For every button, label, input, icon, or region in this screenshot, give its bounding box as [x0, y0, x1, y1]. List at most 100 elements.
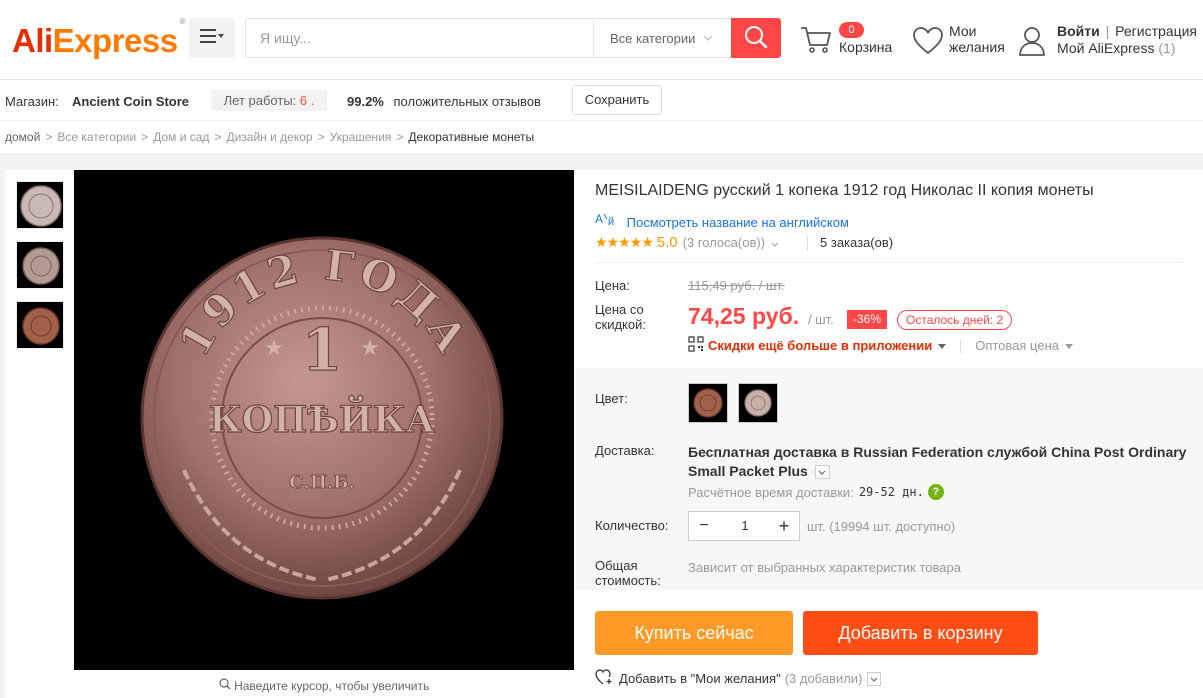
cart-label: Корзина — [839, 39, 893, 55]
coin-image: 1912 ГОДА 1 ★ ★ КОПѢЙКА С.П.Б. — [140, 236, 504, 600]
stock-info: шт. (19994 шт. доступно) — [807, 519, 955, 534]
search-button[interactable] — [731, 18, 781, 58]
zoom-hint-text: Наведите курсор, чтобы увеличить — [234, 679, 430, 693]
cart-link[interactable]: 0 Корзина — [800, 22, 900, 62]
gallery-thumbnail[interactable] — [16, 181, 64, 229]
quantity-increase-button[interactable]: + — [769, 512, 799, 540]
breadcrumb-separator: > — [141, 130, 149, 144]
heart-plus-icon — [595, 669, 613, 688]
logo-registered-mark: ® — [179, 17, 186, 26]
chevron-down-icon — [938, 341, 947, 351]
svg-text:A: A — [595, 212, 603, 226]
rating-row: ★★★★★ 5.0 (3 голоса(ов)) 5 заказа(ов) — [595, 234, 893, 251]
rating-votes[interactable]: (3 голоса(ов)) — [683, 235, 779, 250]
gallery-thumbnail[interactable] — [16, 241, 64, 289]
search-input[interactable] — [246, 19, 592, 57]
rating-stars: ★★★★★ — [595, 234, 654, 250]
store-feedback: 99.2% положительных отзывов — [347, 94, 541, 109]
price-unit: / шт. — [808, 312, 834, 327]
breadcrumb-current: Декоративные монеты — [408, 130, 535, 144]
breadcrumb-item[interactable]: Дом и сад — [153, 130, 209, 144]
magnifier-icon — [219, 678, 234, 693]
product-title: MEISILAIDENG русский 1 копека 1912 год Н… — [595, 182, 1094, 199]
total-label: Общая стоимость: — [595, 558, 661, 588]
logo-text-accent: Express — [52, 22, 178, 59]
translate-link-label: Посмотреть название на английском — [626, 215, 849, 230]
product-main-image[interactable]: 1912 ГОДА 1 ★ ★ КОПѢЙКА С.П.Б. — [74, 170, 574, 670]
wholesale-price-link[interactable]: Оптовая цена — [975, 338, 1059, 353]
account-menu: Войти | Регистрация Мой AliExpress (1) — [1018, 22, 1203, 62]
color-swatch[interactable] — [738, 383, 778, 423]
shipping-label: Доставка: — [595, 443, 655, 458]
quantity-input[interactable] — [719, 512, 771, 540]
site-header: AliExpress® Все категории 0 Корзина — [0, 0, 1203, 80]
search-icon — [744, 25, 768, 52]
store-years-badge: Лет работы: 6 . — [211, 90, 327, 111]
add-to-wishlist-link[interactable]: Добавить в "Мои желания" — [619, 671, 781, 686]
account-auth-links: Войти | Регистрация — [1057, 23, 1197, 39]
coin-word-text: КОПѢЙКА — [209, 396, 435, 441]
quantity-decrease-button[interactable]: − — [689, 512, 719, 540]
quantity-stepper: − + — [688, 511, 800, 541]
wishlist-link[interactable]: Мои желания — [913, 22, 1013, 62]
breadcrumb: домой > Все категории > Дом и сад > Дизайн и д… — [0, 121, 1203, 153]
store-years-value: 6 . — [299, 93, 315, 108]
rating-value: 5.0 — [656, 234, 678, 251]
delivery-time-value: 29-52 дн. — [858, 485, 924, 499]
stock-unit: шт. — [807, 519, 826, 534]
register-link[interactable]: Регистрация — [1115, 23, 1197, 39]
wishlist-count: (3 добавили) — [784, 671, 863, 686]
app-discount-link[interactable]: Скидки ещё больше в приложении — [708, 338, 932, 353]
color-swatch[interactable] — [688, 383, 728, 423]
shipping-options-dropdown[interactable] — [814, 465, 830, 480]
divider — [807, 235, 809, 250]
divider — [595, 262, 1183, 263]
login-link[interactable]: Войти — [1057, 23, 1100, 39]
translate-icon: Aй — [595, 212, 627, 230]
store-years-label: Лет работы: — [223, 93, 297, 108]
breadcrumb-item[interactable]: Дизайн и декор — [226, 130, 312, 144]
days-left-badge: Осталось дней: 2 — [897, 310, 1013, 330]
coin-mint-text: С.П.Б. — [289, 472, 355, 493]
my-account-link[interactable]: Мой AliExpress (1) — [1057, 40, 1175, 56]
question-icon[interactable]: ? — [927, 484, 944, 500]
my-account-count: (1) — [1158, 40, 1176, 56]
store-name-link[interactable]: Ancient Coin Store — [72, 94, 189, 109]
svg-text:й: й — [608, 216, 614, 227]
search-bar: Все категории — [245, 18, 781, 58]
shipping-free-text: Бесплатная доставка в — [688, 444, 850, 460]
delivery-time-label: Расчётное время доставки: — [688, 484, 854, 500]
translate-link[interactable]: Aй Посмотреть название на английском — [595, 211, 849, 230]
aliexpress-logo[interactable]: AliExpress® — [12, 17, 186, 59]
discount-price: 74,25 руб. — [688, 303, 800, 329]
rating-votes-text: (3 голоса(ов)) — [682, 235, 766, 250]
heart-icon — [913, 27, 943, 58]
save-store-button[interactable]: Сохранить — [572, 85, 662, 115]
category-menu-button[interactable] — [189, 18, 235, 58]
feedback-label: положительных отзывов — [393, 94, 541, 109]
store-label: Магазин: — [5, 94, 59, 109]
my-account-label: Мой AliExpress — [1057, 40, 1155, 56]
chevron-down-icon — [703, 33, 713, 44]
orders-count: 5 заказа(ов) — [820, 235, 894, 250]
breadcrumb-item[interactable]: Все категории — [57, 130, 136, 144]
divider — [960, 338, 962, 353]
buy-now-button[interactable]: Купить сейчас — [595, 611, 793, 655]
svg-text:★: ★ — [360, 335, 380, 360]
breadcrumb-item[interactable]: домой — [5, 130, 40, 144]
wishlist-dropdown[interactable] — [867, 671, 882, 686]
coin-value-text: 1 — [302, 316, 342, 384]
breadcrumb-separator: > — [45, 130, 53, 144]
color-label: Цвет: — [595, 391, 628, 406]
breadcrumb-separator: > — [396, 130, 404, 144]
category-select[interactable]: Все категории — [593, 19, 731, 57]
breadcrumb-item[interactable]: Украшения — [330, 130, 392, 144]
gallery-thumbnail[interactable] — [16, 301, 64, 349]
discount-badge: -36% — [847, 310, 887, 329]
add-to-cart-button[interactable]: Добавить в корзину — [803, 611, 1038, 655]
wishlist-label: Мои желания — [949, 23, 1005, 55]
cart-count-badge: 0 — [839, 22, 864, 38]
breadcrumb-separator: > — [317, 130, 325, 144]
shipping-country: Russian Federation — [853, 444, 984, 460]
qr-code-icon — [688, 336, 704, 355]
